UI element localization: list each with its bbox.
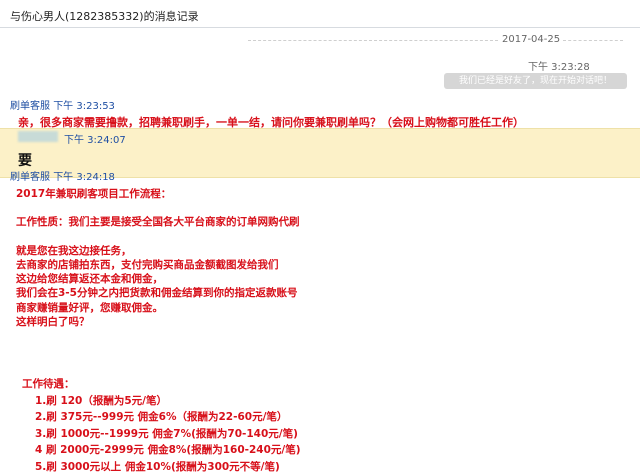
message-line <box>16 230 300 244</box>
window-title: 与伤心男人(1282385332)的消息记录 <box>10 8 199 24</box>
sender-name: 刷单客服 <box>10 172 50 183</box>
message-line: 这样明白了吗？ <box>16 315 300 329</box>
blurred-sender-name <box>18 131 58 142</box>
perks-list: 工作待遇： 1.刷 120（报酬为5元/笔） 2.刷 375元--999元 佣金… <box>22 376 301 475</box>
message-time: 下午 3:24:07 <box>64 131 126 146</box>
perk-item: 5.刷 3000元以上 佣金10%(报酬为300元不等/笔) <box>22 459 301 475</box>
message-line: 就是您在我这边接任务， <box>16 244 300 258</box>
message-line: 商家赚销量好评，您赚取佣金。 <box>16 301 300 315</box>
message-line: 我们会在3-5分钟之内把货款和佣金结算到你的指定返款账号 <box>16 286 300 300</box>
message-time: 下午 3:24:18 <box>53 172 115 183</box>
message-line <box>16 201 300 215</box>
date-divider-line-right <box>563 40 623 41</box>
message-line: 2017年兼职刷客项目工作流程： <box>16 187 300 201</box>
date-divider: 2017-04-25 <box>0 34 640 46</box>
message-body: 2017年兼职刷客项目工作流程： 工作性质：我们主要是接受全国各大平台商家的订单… <box>16 187 300 329</box>
title-divider <box>0 27 640 28</box>
date-divider-line-left <box>248 40 498 41</box>
message-text: 要 <box>18 150 32 170</box>
system-notice-bubble: 我们已经是好友了，现在开始对话吧！ <box>444 73 627 89</box>
system-message-time: 下午 3:23:28 <box>528 58 590 73</box>
message-header: 刷单客服 下午 3:23:53 <box>10 97 115 112</box>
perk-item: 4 刷 2000元-2999元 佣金8%(报酬为160-240元/笔) <box>22 442 301 459</box>
perks-title: 工作待遇： <box>22 376 301 393</box>
message-time: 下午 3:23:53 <box>53 101 115 112</box>
message-line: 工作性质：我们主要是接受全国各大平台商家的订单网购代刷 <box>16 215 300 229</box>
sender-name: 刷单客服 <box>10 101 50 112</box>
message-line: 去商家的店铺拍东西，支付完购买商品金额截图发给我们 <box>16 258 300 272</box>
perk-item: 1.刷 120（报酬为5元/笔） <box>22 393 301 410</box>
message-line: 这边给您结算返还本金和佣金， <box>16 272 300 286</box>
date-label: 2017-04-25 <box>502 34 560 45</box>
message-header: 刷单客服 下午 3:24:18 <box>10 168 115 183</box>
perk-item: 3.刷 1000元--1999元 佣金7%(报酬为70-140元/笔) <box>22 426 301 443</box>
perk-item: 2.刷 375元--999元 佣金6%（报酬为22-60元/笔） <box>22 409 301 426</box>
